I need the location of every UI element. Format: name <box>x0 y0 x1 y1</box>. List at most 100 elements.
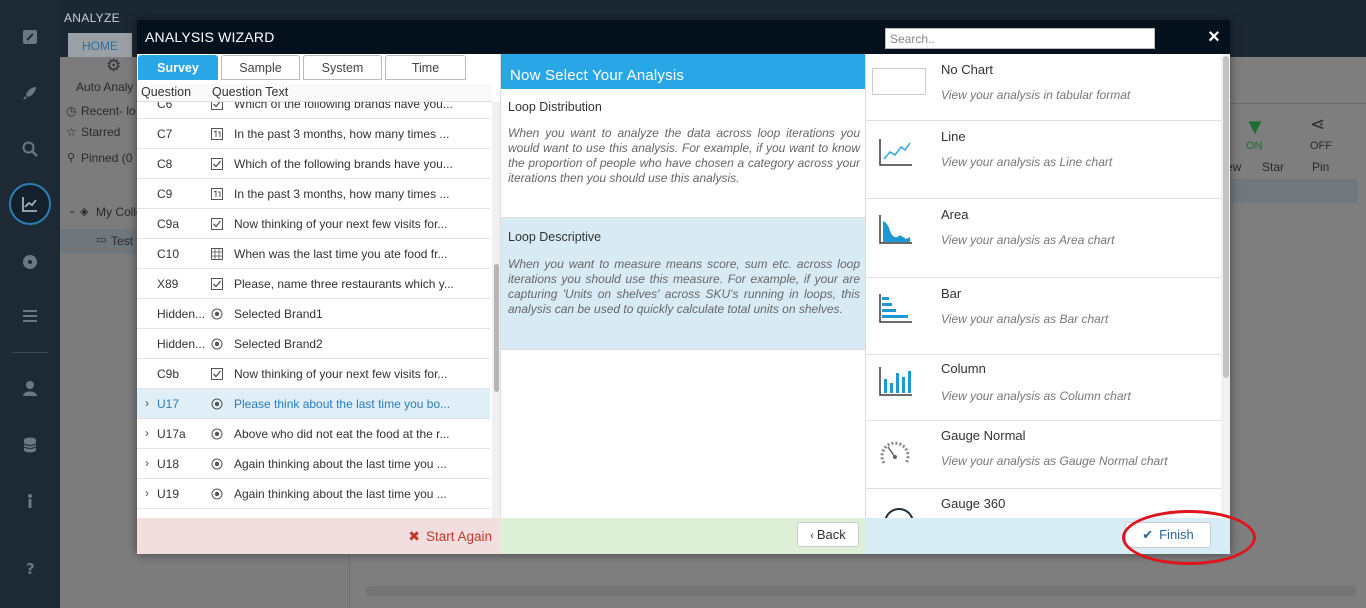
question-code: Hidden... <box>157 337 206 351</box>
radio-type-icon <box>211 458 223 470</box>
expand-chevron-icon[interactable]: › <box>145 456 149 470</box>
chart-list-scroll-thumb[interactable] <box>1223 56 1229 378</box>
auto-analysis-icon[interactable]: ⚙ <box>106 56 121 76</box>
starred-label[interactable]: Starred <box>81 125 120 139</box>
back-button[interactable]: ‹ Back <box>797 522 859 547</box>
edit-icon[interactable] <box>15 22 45 52</box>
help-icon[interactable]: ? <box>15 553 45 583</box>
footer-middle: ‹ Back <box>500 518 865 554</box>
question-row[interactable]: C8 Which of the following brands have you… <box>137 149 490 179</box>
chart-option-title: Area <box>941 207 969 222</box>
pin-icon: ⚲ <box>67 152 76 164</box>
analysis-option-loop-distribution[interactable]: Loop Distribution When you want to analy… <box>501 89 866 218</box>
chart-option-column[interactable]: Column View your analysis as Column char… <box>866 355 1221 421</box>
app-title: ANALYZE <box>64 11 120 25</box>
expand-chevron-icon[interactable]: › <box>145 396 149 410</box>
question-list-scroll-thumb[interactable] <box>494 264 499 392</box>
col-question-header: Question <box>141 85 192 99</box>
start-again-label: Start Again <box>425 529 492 544</box>
chart-option-gauge-360[interactable]: Gauge 360 <box>866 489 1221 518</box>
share-state: OFF <box>1310 140 1332 152</box>
tab-sample[interactable]: Sample <box>221 55 300 80</box>
question-code: Hidden... <box>157 307 206 321</box>
analysis-panel: Now Select Your Analysis Loop Distributi… <box>500 54 866 518</box>
radio-type-icon <box>211 398 223 410</box>
chart-type-panel: No Chart View your analysis in tabular f… <box>865 54 1230 518</box>
question-row[interactable]: C9a Now thinking of your next few visits … <box>137 209 490 239</box>
expand-chevron-icon[interactable]: › <box>145 486 149 500</box>
start-again-button[interactable]: ✖ Start Again <box>408 528 492 545</box>
finish-label: Finish <box>1159 527 1194 542</box>
left-nav-rail: ? <box>0 0 60 608</box>
question-row[interactable]: Hidden... Selected Brand1 <box>137 299 490 329</box>
pinned-label[interactable]: Pinned (0 <box>81 151 132 165</box>
recent-label[interactable]: Recent- lo <box>81 104 136 118</box>
grid-type-icon <box>211 248 223 260</box>
info-icon[interactable] <box>15 486 45 516</box>
tab-time[interactable]: Time <box>385 55 466 80</box>
tab-system[interactable]: System <box>303 55 382 80</box>
share-icon[interactable]: ⋖ <box>1310 114 1325 135</box>
expand-chevron-icon[interactable]: › <box>145 426 149 440</box>
question-row[interactable]: Hidden... Selected Brand2 <box>137 329 490 359</box>
question-code: U17 <box>157 397 180 411</box>
chart-option-gauge-normal[interactable]: Gauge Normal View your analysis as Gauge… <box>866 421 1221 489</box>
database-icon[interactable] <box>15 430 45 460</box>
area-chart-icon <box>879 215 912 244</box>
search-input[interactable] <box>885 28 1155 49</box>
dashboard-icon[interactable] <box>15 246 45 276</box>
question-row[interactable]: C7 In the past 3 months, how many times .… <box>137 119 490 149</box>
analysis-option-loop-descriptive[interactable]: Loop Descriptive When you want to measur… <box>501 218 866 350</box>
tab-survey[interactable]: Survey <box>138 55 218 80</box>
test-item-label[interactable]: Test <box>111 234 133 248</box>
question-row[interactable]: › U19 Again thinking about the last time y… <box>137 479 490 509</box>
chart-option-no-chart[interactable]: No Chart View your analysis in tabular f… <box>866 54 1221 121</box>
chart-option-area[interactable]: Area View your analysis as Area chart <box>866 199 1221 278</box>
question-row[interactable]: › U17a Above who did not eat the food at t… <box>137 419 490 449</box>
folder-icon: ▭ <box>96 234 107 246</box>
footer-right: ✔ Finish <box>865 518 1230 554</box>
filter-icon[interactable]: ▼ <box>1244 114 1266 140</box>
my-collection-label[interactable]: My Colle <box>96 205 143 219</box>
chart-option-line[interactable]: Line View your analysis as Line chart <box>866 121 1221 199</box>
check-icon: ✔ <box>1142 527 1154 542</box>
auto-analysis-label[interactable]: Auto Analy <box>76 80 133 94</box>
number-type-icon <box>211 188 223 200</box>
checkbox-type-icon <box>211 218 223 230</box>
modal-header: ANALYSIS WIZARD × <box>137 20 1230 54</box>
question-row[interactable]: C6 Which of the following brands have you… <box>137 102 490 119</box>
finish-button[interactable]: ✔ Finish <box>1125 522 1211 548</box>
chart-option-title: Gauge Normal <box>941 428 1026 443</box>
analysis-option-description: When you want to analyze the data across… <box>508 126 860 185</box>
question-row[interactable]: › U17 Please think about the last time you… <box>137 389 490 419</box>
bg-horizontal-scrollbar[interactable] <box>366 586 1356 596</box>
search-icon[interactable] <box>15 134 45 164</box>
question-text: Please, name three restaurants which y..… <box>234 277 454 291</box>
question-text: Now thinking of your next few visits for… <box>234 217 448 231</box>
analyze-icon[interactable] <box>9 183 51 225</box>
tab-home[interactable]: HOME <box>68 33 132 57</box>
question-row[interactable]: C10 When was the last time you ate food f… <box>137 239 490 269</box>
rocket-icon[interactable] <box>15 78 45 108</box>
question-code: C9 <box>157 187 173 201</box>
question-text: In the past 3 months, how many times ... <box>234 187 450 201</box>
question-row[interactable]: C9b Now thinking of your next few visits … <box>137 359 490 389</box>
back-label: Back <box>816 527 846 542</box>
question-row[interactable]: › U18 Again thinking about the last time y… <box>137 449 490 479</box>
question-row[interactable]: C9 In the past 3 months, how many times .… <box>137 179 490 209</box>
list-icon[interactable] <box>15 301 45 331</box>
radio-type-icon <box>211 488 223 500</box>
star-label[interactable]: Star <box>1262 160 1284 174</box>
pin-label[interactable]: Pin <box>1312 160 1329 174</box>
chart-option-title: Bar <box>941 286 962 301</box>
close-icon[interactable]: × <box>1205 27 1223 47</box>
question-code: X89 <box>157 277 179 291</box>
chart-option-bar[interactable]: Bar View your analysis as Bar chart <box>866 278 1221 355</box>
bar-chart-icon <box>879 294 912 323</box>
analysis-option-description: When you want to measure means score, su… <box>508 257 860 316</box>
chevron-down-icon[interactable]: ⌄ <box>68 205 76 216</box>
chart-option-title: Gauge 360 <box>941 496 1006 511</box>
question-text: Which of the following brands have you..… <box>234 102 453 111</box>
question-row[interactable]: X89 Please, name three restaurants which … <box>137 269 490 299</box>
user-icon[interactable] <box>15 373 45 403</box>
